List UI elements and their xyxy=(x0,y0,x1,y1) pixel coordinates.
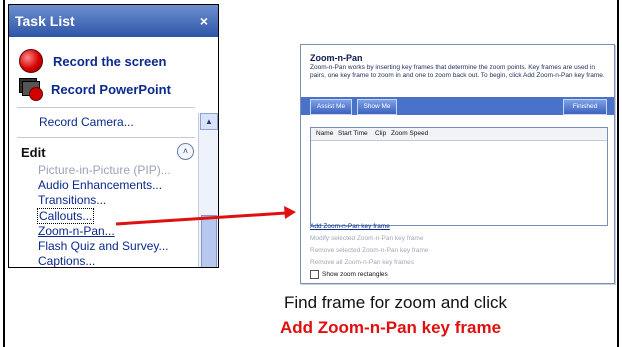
caption-instruction: Find frame for zoom and click xyxy=(284,293,507,312)
caption-action: Add Zoom-n-Pan key frame xyxy=(280,318,502,337)
